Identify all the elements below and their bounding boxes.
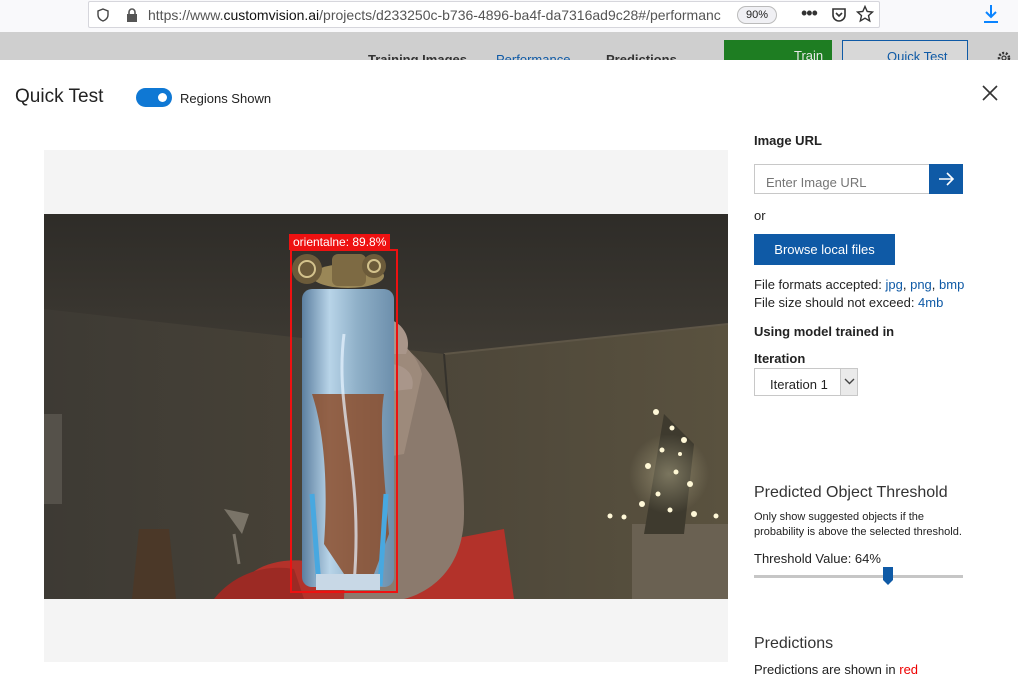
image-url-label: Image URL bbox=[754, 133, 822, 148]
predictions-title: Predictions bbox=[754, 635, 834, 652]
pocket-icon[interactable] bbox=[831, 7, 847, 23]
format-png: png bbox=[910, 277, 932, 292]
app-header: Training Images Performance Predictions … bbox=[0, 32, 1018, 60]
format-bmp: bmp bbox=[939, 277, 965, 292]
close-icon[interactable] bbox=[981, 84, 999, 102]
tracking-shield-icon[interactable] bbox=[97, 8, 109, 22]
file-size-prefix: File size should not exceed: bbox=[754, 295, 919, 310]
threshold-value-label: Threshold Value: 64% bbox=[754, 551, 881, 566]
file-formats-prefix: File formats accepted: bbox=[754, 277, 886, 292]
threshold-slider-track[interactable] bbox=[754, 575, 963, 578]
iteration-label: Iteration bbox=[754, 351, 806, 366]
tab-performance[interactable]: Performance bbox=[496, 52, 570, 60]
tab-training-images[interactable]: Training Images bbox=[368, 52, 467, 60]
file-size-info: File size should not exceed: 4mb bbox=[754, 295, 943, 310]
image-url-input[interactable] bbox=[754, 164, 930, 194]
predictions-color-word: red bbox=[899, 662, 919, 677]
iteration-selected-value: Iteration 1 bbox=[770, 377, 828, 392]
file-size-value: 4mb bbox=[918, 295, 944, 310]
regions-shown-toggle[interactable] bbox=[136, 88, 172, 107]
toggle-knob bbox=[158, 93, 167, 102]
arrow-right-icon bbox=[939, 172, 955, 186]
detection-region-box bbox=[290, 249, 398, 593]
settings-gear-icon[interactable] bbox=[996, 50, 1012, 60]
predictions-info: Predictions are shown in red bbox=[754, 662, 918, 677]
or-text: or bbox=[754, 208, 766, 223]
bookmark-star-icon[interactable] bbox=[856, 5, 874, 23]
predictions-prefix: Predictions are shown in bbox=[754, 662, 900, 677]
quick-test-label: Quick Test bbox=[887, 49, 948, 60]
iteration-dropdown[interactable]: Iteration 1 bbox=[754, 368, 858, 396]
test-photo: orientalne: 89.8% bbox=[44, 214, 728, 599]
threshold-slider-thumb[interactable] bbox=[882, 567, 893, 585]
image-preview-panel: orientalne: 89.8% bbox=[44, 150, 728, 662]
model-label: Using model trained in bbox=[754, 324, 895, 339]
lock-icon[interactable] bbox=[125, 8, 139, 22]
submit-url-button[interactable] bbox=[929, 164, 963, 194]
dropdown-arrow[interactable] bbox=[840, 369, 857, 395]
threshold-title: Predicted Object Threshold bbox=[754, 484, 948, 501]
train-button[interactable]: Train bbox=[724, 40, 832, 60]
file-formats-info: File formats accepted: jpg, png, bmp bbox=[754, 277, 965, 292]
zoom-level[interactable]: 90% bbox=[737, 6, 777, 24]
quick-test-modal: Quick Test Regions Shown orientalne: 89.… bbox=[0, 60, 1018, 677]
address-bar[interactable]: https://www.customvision.ai/projects/d23… bbox=[88, 1, 880, 28]
browse-local-files-button[interactable]: Browse local files bbox=[754, 234, 895, 265]
download-icon[interactable] bbox=[982, 4, 1000, 24]
region-label: orientalne: 89.8% bbox=[289, 234, 391, 250]
quick-test-button[interactable]: Quick Test bbox=[842, 40, 968, 60]
modal-title: Quick Test bbox=[15, 86, 104, 107]
page-actions-menu-icon[interactable]: ••• bbox=[801, 3, 818, 24]
train-label: Train bbox=[794, 48, 824, 60]
browser-toolbar: https://www.customvision.ai/projects/d23… bbox=[0, 0, 1018, 32]
threshold-description: Only show suggested objects if the proba… bbox=[754, 511, 962, 538]
tab-predictions[interactable]: Predictions bbox=[606, 52, 677, 60]
format-jpg: jpg bbox=[885, 277, 903, 292]
url-text[interactable]: https://www.customvision.ai/projects/d23… bbox=[148, 7, 728, 23]
chevron-down-icon bbox=[844, 378, 855, 385]
regions-shown-label: Regions Shown bbox=[180, 91, 272, 106]
